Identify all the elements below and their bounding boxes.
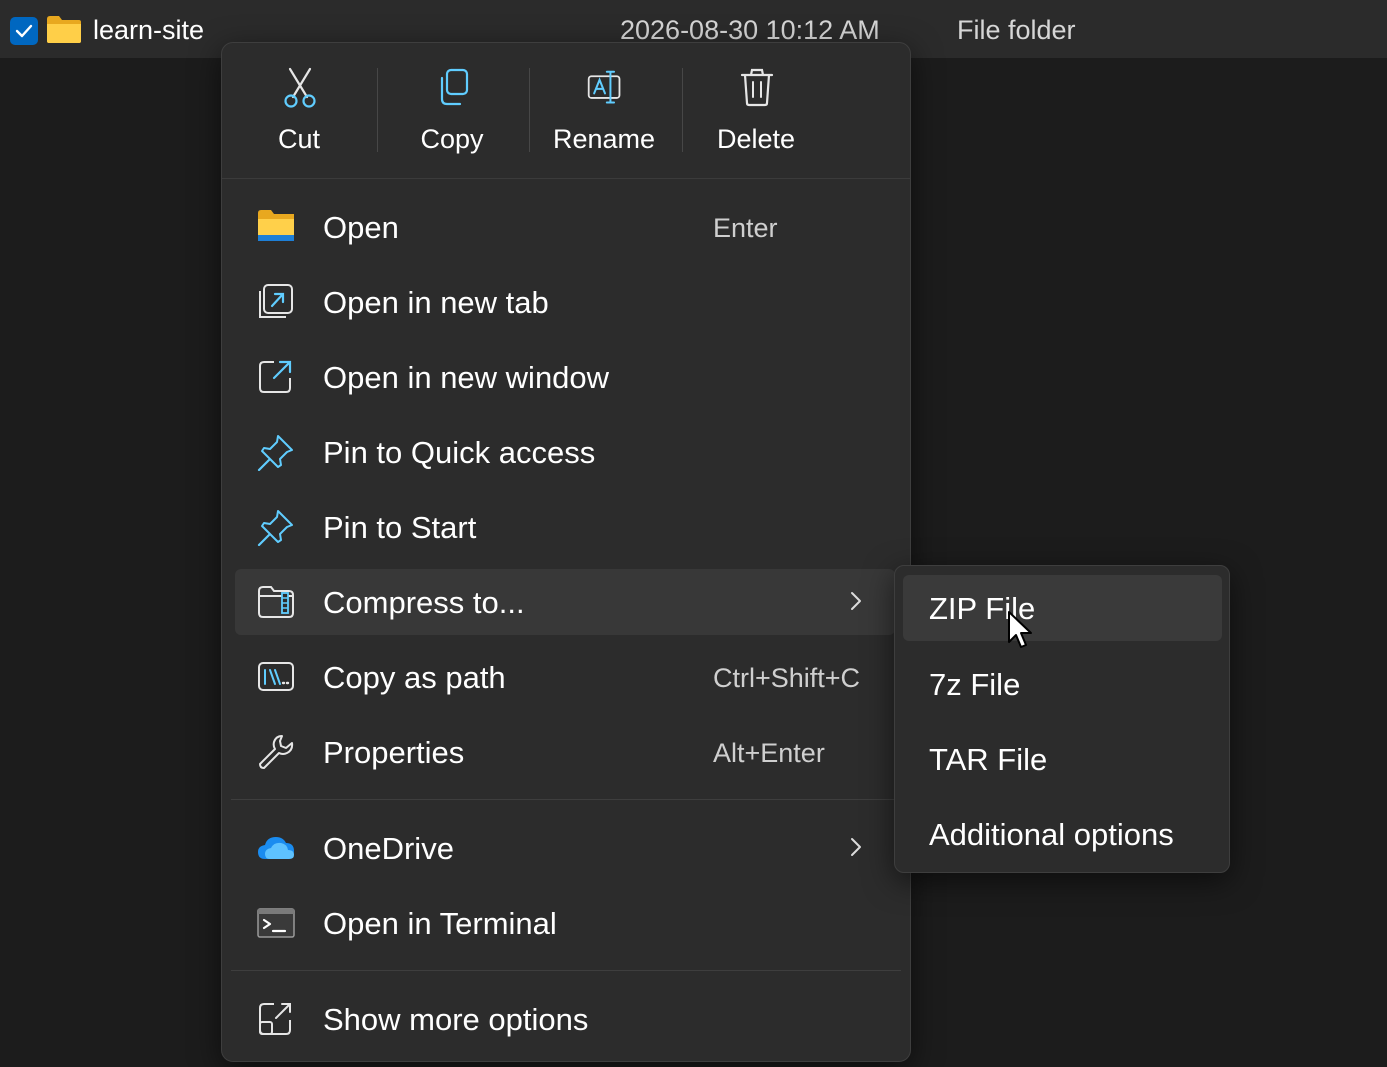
quick-actions-bar: Cut Copy Rename Delete: [222, 43, 910, 179]
rename-button[interactable]: Rename: [529, 43, 679, 179]
copy-label: Copy: [420, 124, 484, 154]
chevron-right-icon: [851, 592, 861, 610]
folder-open-icon: [258, 210, 294, 241]
context-menu: Cut Copy Rename Delete Open Enter Open i…: [221, 42, 911, 1062]
menu-item-label: Compress to...: [323, 585, 525, 620]
submenu-item-label: Additional options: [929, 817, 1174, 852]
terminal-icon: [257, 908, 295, 938]
menu-item-label: Open in new window: [323, 360, 610, 395]
cut-button[interactable]: Cut: [224, 43, 374, 179]
new-tab-icon: [259, 284, 293, 318]
folder-icon: [47, 16, 81, 43]
menu-item-properties[interactable]: Properties Alt+Enter: [235, 719, 895, 785]
onedrive-cloud-icon: [258, 837, 294, 859]
checkmark-icon: [15, 24, 33, 38]
menu-item-open-new-window[interactable]: Open in new window: [235, 344, 895, 410]
compress-submenu: ZIP File 7z File TAR File Additional opt…: [894, 565, 1230, 873]
submenu-item-tar-file[interactable]: TAR File: [903, 726, 1222, 792]
menu-item-shortcut: Ctrl+Shift+C: [713, 663, 861, 693]
delete-label: Delete: [716, 124, 796, 154]
pin-icon: [257, 435, 293, 471]
submenu-item-label: TAR File: [929, 742, 1048, 777]
menu-item-label: Open in Terminal: [323, 906, 557, 941]
file-type: File folder: [957, 15, 1076, 45]
menu-divider: [231, 970, 901, 971]
menu-item-label: Copy as path: [323, 660, 506, 695]
menu-item-onedrive[interactable]: OneDrive: [235, 815, 895, 881]
menu-divider: [231, 799, 901, 800]
menu-item-label: Open: [323, 210, 399, 245]
submenu-item-zip-file[interactable]: ZIP File: [903, 575, 1222, 641]
menu-item-label: Properties: [323, 735, 465, 770]
delete-button[interactable]: Delete: [681, 43, 831, 179]
more-options-icon: [259, 1003, 291, 1035]
copy-icon: [440, 68, 469, 106]
row-checkbox[interactable]: [10, 17, 38, 45]
submenu-item-label: 7z File: [929, 667, 1021, 702]
submenu-item-additional-options[interactable]: Additional options: [903, 801, 1222, 867]
new-window-icon: [259, 360, 292, 393]
file-name: learn-site: [93, 15, 205, 45]
menu-item-copy-as-path[interactable]: Copy as path Ctrl+Shift+C: [235, 644, 895, 710]
copy-path-icon: [258, 662, 294, 691]
menu-item-label: OneDrive: [323, 831, 454, 866]
wrench-icon: [259, 735, 294, 769]
menu-item-pin-start[interactable]: Pin to Start: [235, 494, 895, 560]
menu-item-open-new-tab[interactable]: Open in new tab: [235, 269, 895, 335]
menu-item-open-terminal[interactable]: Open in Terminal: [235, 890, 895, 956]
menu-item-label: Pin to Start: [323, 510, 477, 545]
mouse-cursor-icon: [1008, 611, 1032, 648]
menu-item-compress-to[interactable]: Compress to...: [235, 569, 895, 635]
pin-icon: [257, 510, 293, 546]
menu-item-label: Pin to Quick access: [323, 435, 596, 470]
rename-label: Rename: [552, 124, 656, 154]
scissors-icon: [284, 67, 316, 108]
menu-item-shortcut: Enter: [713, 213, 778, 243]
trash-icon: [740, 68, 774, 107]
menu-item-shortcut: Alt+Enter: [713, 738, 825, 768]
menu-item-label: Show more options: [323, 1002, 589, 1037]
submenu-item-7z-file[interactable]: 7z File: [903, 651, 1222, 717]
compress-folder-icon: [258, 586, 294, 618]
rename-icon: [587, 70, 621, 104]
copy-button[interactable]: Copy: [377, 43, 527, 179]
menu-item-pin-quick-access[interactable]: Pin to Quick access: [235, 419, 895, 485]
chevron-right-icon: [851, 838, 861, 856]
menu-item-label: Open in new tab: [323, 285, 549, 320]
menu-item-open[interactable]: Open Enter: [235, 194, 895, 260]
cut-label: Cut: [277, 124, 321, 154]
menu-item-show-more-options[interactable]: Show more options: [235, 986, 895, 1052]
